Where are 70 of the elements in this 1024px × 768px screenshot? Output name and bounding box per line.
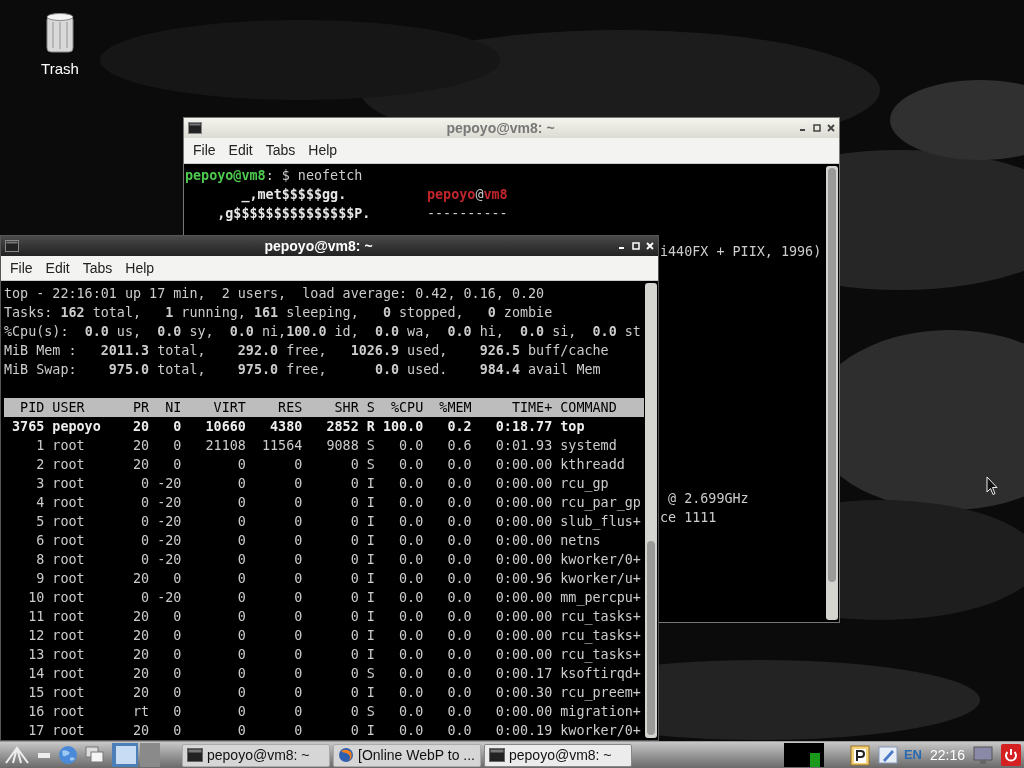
terminal-text: @ 2.699GHz xyxy=(667,490,749,508)
clipboard-icon[interactable] xyxy=(849,744,870,766)
title-bar[interactable]: pepoyo@vm8: ~ xyxy=(1,236,658,256)
terminal-icon xyxy=(489,748,505,762)
pen-icon[interactable] xyxy=(877,745,898,765)
process-row[interactable]: 10 root 0 -20 0 0 0 I 0.0 0.0 0:00.00 mm_percpu+ xyxy=(4,588,658,607)
terminal-icon xyxy=(187,748,203,762)
icon-label[interactable]: Trash xyxy=(41,58,79,81)
workspace-icon[interactable] xyxy=(112,743,160,767)
taskbar-button[interactable]: pepoyo@vm8: ~ xyxy=(484,743,632,767)
process-row[interactable]: 16 root rt 0 0 0 0 S 0.0 0.0 0:00.00 migration+ xyxy=(4,702,658,721)
terminal-text: i440FX + PIIX, 1996) xyxy=(660,243,822,261)
monitor-icon[interactable] xyxy=(973,745,993,765)
scrollbar-thumb[interactable] xyxy=(828,168,836,582)
ascii-art: _,met$$$$$gg. xyxy=(240,186,348,204)
taskbar-button[interactable]: pepoyo@vm8: ~ xyxy=(182,743,330,767)
trash-can-icon[interactable] xyxy=(45,12,75,54)
menu-item[interactable]: File xyxy=(5,257,38,279)
ascii-art: ,g$$$$$$$$$$$$$$$P. xyxy=(216,205,372,223)
scrollbar-thumb[interactable] xyxy=(647,541,655,735)
process-row[interactable]: 12 root 20 0 0 0 0 I 0.0 0.0 0:00.00 rcu_tasks+ xyxy=(4,626,658,645)
process-row[interactable]: 5 root 0 -20 0 0 0 I 0.0 0.0 0:00.00 slub_flus+ xyxy=(4,512,658,531)
terminal-text: ---------- xyxy=(427,205,508,223)
power-icon[interactable] xyxy=(1001,744,1021,766)
process-row[interactable]: 2 root 20 0 0 0 0 S 0.0 0.0 0:00.00 kthreadd xyxy=(4,455,658,474)
windows-icon[interactable] xyxy=(85,746,105,764)
taskbar-button[interactable]: [Online WebP to ... xyxy=(333,743,481,767)
terminal-text: pepoyo@vm8: $ neofetch xyxy=(185,167,363,185)
process-row[interactable]: 3 root 0 -20 0 0 0 I 0.0 0.0 0:00.00 rcu_gp xyxy=(4,474,658,493)
window-title: pepoyo@vm8: ~ xyxy=(263,236,374,256)
table-header: PID USER PR NI VIRT RES SHR S %CPU %MEM TIME+ COMMAND xyxy=(4,398,644,417)
scrollbar[interactable] xyxy=(826,166,838,620)
scrollbar[interactable] xyxy=(645,283,657,738)
terminal-text: top - 22:16:01 up 17 min, 2 users, load average: 0.42, 0.16, 0.20 xyxy=(4,285,546,303)
menu-item[interactable]: Help xyxy=(303,140,343,161)
process-row[interactable]: 8 root 0 -20 0 0 0 I 0.0 0.0 0:00.00 kworker/0+ xyxy=(4,550,658,569)
process-row[interactable]: 17 root 20 0 0 0 0 I 0.0 0.0 0:00.19 kworker/0+ xyxy=(4,721,658,740)
process-row[interactable]: 11 root 20 0 0 0 0 I 0.0 0.0 0:00.00 rcu_tasks+ xyxy=(4,607,658,626)
minimize-windows-icon[interactable] xyxy=(37,750,51,760)
process-row[interactable]: 14 root 20 0 0 0 0 S 0.0 0.0 0:00.17 ksoftirqd+ xyxy=(4,664,658,683)
terminal-text: ce 1111 xyxy=(660,509,717,527)
process-row[interactable]: 13 root 20 0 0 0 0 I 0.0 0.0 0:00.00 rcu_tasks+ xyxy=(4,645,658,664)
terminal-icon xyxy=(188,122,202,134)
terminal-icon xyxy=(5,240,19,252)
menu-item[interactable]: Edit xyxy=(223,140,258,161)
menu-item[interactable]: Tabs xyxy=(260,140,301,161)
close-icon[interactable] xyxy=(827,124,835,132)
start-menu-icon[interactable] xyxy=(4,745,30,765)
process-row[interactable]: 4 root 0 -20 0 0 0 I 0.0 0.0 0:00.00 rcu_par_gp xyxy=(4,493,658,512)
cpu-monitor-icon xyxy=(783,743,824,767)
window-title: pepoyo@vm8: ~ xyxy=(445,118,556,138)
menu-item[interactable]: File xyxy=(188,140,221,161)
terminal-text: MiB Mem : 2011.3 total, 292.0 free, 1026.9 used, 926.5 buff/cache xyxy=(4,342,610,360)
process-row[interactable]: 3765 pepoyo 20 0 10660 4380 2852 R 100.0 0.2 0:18.77 top xyxy=(4,417,658,436)
mouse-pointer-icon xyxy=(986,476,998,496)
process-row[interactable]: 9 root 20 0 0 0 0 I 0.0 0.0 0:00.96 kworker/u+ xyxy=(4,569,658,588)
globe-icon[interactable] xyxy=(58,745,78,765)
process-row[interactable]: 6 root 0 -20 0 0 0 I 0.0 0.0 0:00.00 netns xyxy=(4,531,658,550)
process-row[interactable]: 1 root 20 0 21108 11564 9088 S 0.0 0.6 0:01.93 systemd xyxy=(4,436,658,455)
maximize-icon[interactable] xyxy=(813,124,821,132)
title-bar[interactable]: pepoyo@vm8: ~ xyxy=(184,118,839,138)
terminal-text: Tasks: 162 total, 1 running, 161 sleeping, 0 stopped, 0 zombie xyxy=(4,304,554,322)
terminal-text: %Cpu(s): 0.0 us, 0.0 sy, 0.0 ni,100.0 id, 0.0 wa, 0.0 hi, 0.0 si, 0.0 st xyxy=(4,323,642,341)
menu-item[interactable]: Help xyxy=(120,257,160,279)
terminal-text: pepoyo@vm8 xyxy=(427,186,508,204)
process-row[interactable]: 15 root 20 0 0 0 0 I 0.0 0.0 0:00.30 rcu_preem+ xyxy=(4,683,658,702)
browser-icon xyxy=(338,747,354,763)
menu-item[interactable]: Edit xyxy=(40,257,75,279)
menu-item[interactable]: Tabs xyxy=(77,257,118,279)
terminal-text: MiB Swap: 975.0 total, 975.0 free, 0.0 used. 984.4 avail Mem xyxy=(4,361,602,379)
